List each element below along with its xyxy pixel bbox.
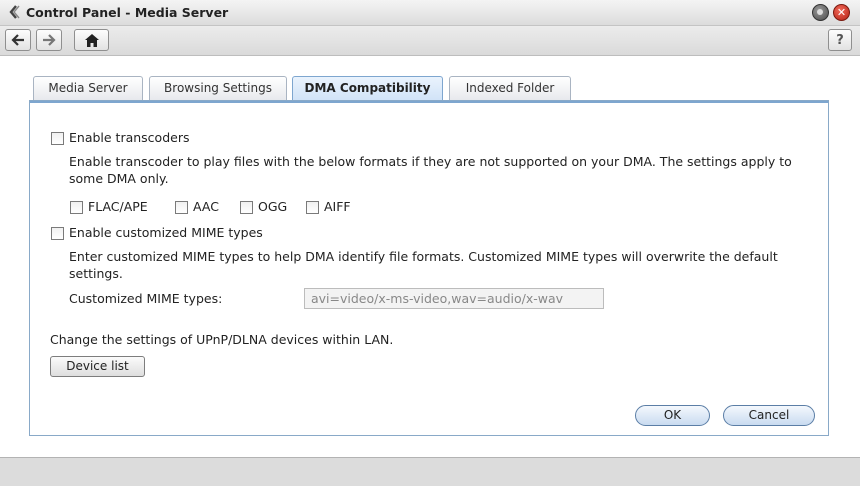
home-icon xyxy=(84,33,99,47)
aac-checkbox[interactable] xyxy=(175,201,188,214)
tab-indexed-folder[interactable]: Indexed Folder xyxy=(449,76,571,101)
enable-mime-checkbox[interactable] xyxy=(51,227,64,240)
transcoders-description: Enable transcoder to play files with the… xyxy=(69,154,792,186)
mime-field-label: Customized MIME types: xyxy=(69,291,223,306)
flac-ape-label: FLAC/APE xyxy=(88,199,148,214)
settings-panel: Enable transcoders Enable transcoder to … xyxy=(29,100,829,436)
app-logo-icon xyxy=(9,5,20,19)
arrow-left-icon xyxy=(11,34,24,46)
mime-types-input[interactable] xyxy=(304,288,604,309)
aiff-checkbox[interactable] xyxy=(306,201,319,214)
ogg-label: OGG xyxy=(258,199,288,214)
enable-mime-label: Enable customized MIME types xyxy=(69,225,263,240)
toolbar: ? xyxy=(0,26,860,56)
close-icon[interactable]: ✕ xyxy=(833,4,850,21)
upnp-description: Change the settings of UPnP/DLNA devices… xyxy=(50,332,394,347)
status-bar xyxy=(0,457,860,486)
title-bar: Control Panel - Media Server ✕ xyxy=(0,0,860,26)
arrow-right-icon xyxy=(43,34,56,46)
enable-transcoders-label: Enable transcoders xyxy=(69,130,190,145)
tab-browsing-settings[interactable]: Browsing Settings xyxy=(149,76,287,101)
window-title: Control Panel - Media Server xyxy=(26,5,229,20)
minimize-icon[interactable] xyxy=(812,4,829,21)
content-area: Media Server Browsing Settings DMA Compa… xyxy=(0,57,860,457)
flac-ape-checkbox[interactable] xyxy=(70,201,83,214)
help-button[interactable]: ? xyxy=(828,29,852,51)
aac-label: AAC xyxy=(193,199,219,214)
ogg-checkbox[interactable] xyxy=(240,201,253,214)
back-button[interactable] xyxy=(5,29,31,51)
tab-media-server[interactable]: Media Server xyxy=(33,76,143,101)
enable-transcoders-checkbox[interactable] xyxy=(51,132,64,145)
device-list-button[interactable]: Device list xyxy=(50,356,145,377)
mime-description: Enter customized MIME types to help DMA … xyxy=(69,249,778,281)
aiff-label: AIFF xyxy=(324,199,351,214)
forward-button[interactable] xyxy=(36,29,62,51)
home-button[interactable] xyxy=(74,29,109,51)
tab-dma-compatibility[interactable]: DMA Compatibility xyxy=(292,76,443,102)
ok-button[interactable]: OK xyxy=(635,405,710,426)
cancel-button[interactable]: Cancel xyxy=(723,405,815,426)
panel-divider xyxy=(30,101,828,103)
